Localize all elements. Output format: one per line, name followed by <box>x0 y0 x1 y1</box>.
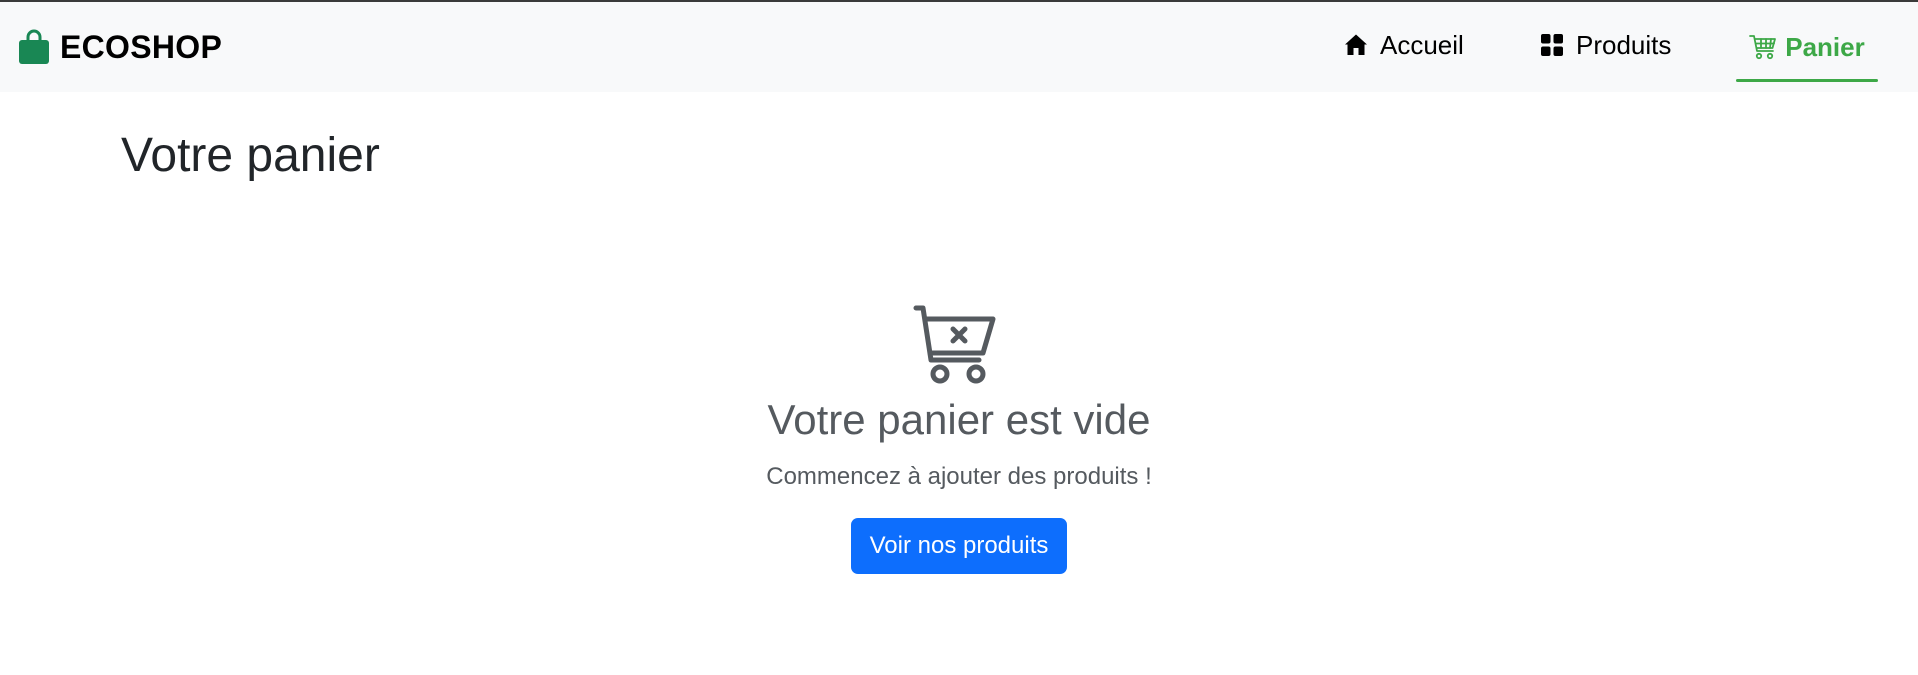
empty-cart-title: Votre panier est vide <box>767 396 1151 443</box>
browse-products-button[interactable]: Voir nos produits <box>851 518 1067 574</box>
nav-item-produits[interactable]: Produits <box>1540 0 1671 90</box>
house-icon <box>1345 34 1367 55</box>
navbar: ECOSHOP Accueil Produits Panier <box>0 2 1918 92</box>
page-title: Votre panier <box>121 129 380 182</box>
cart-icon <box>1749 35 1777 60</box>
nav-item-accueil[interactable]: Accueil <box>1344 0 1464 90</box>
empty-cart-subtitle: Commencez à ajouter des produits ! <box>766 463 1152 490</box>
shopping-bag-icon <box>19 29 49 64</box>
nav-item-label: Produits <box>1576 29 1672 60</box>
grid-icon <box>1541 34 1563 56</box>
brand-name: ECOSHOP <box>60 28 223 65</box>
active-tab-indicator <box>1736 79 1878 82</box>
nav-item-label: Accueil <box>1380 29 1464 60</box>
brand-link[interactable]: ECOSHOP <box>18 2 222 92</box>
cart-x-icon <box>913 305 996 384</box>
nav-item-label: Panier <box>1785 31 1865 62</box>
